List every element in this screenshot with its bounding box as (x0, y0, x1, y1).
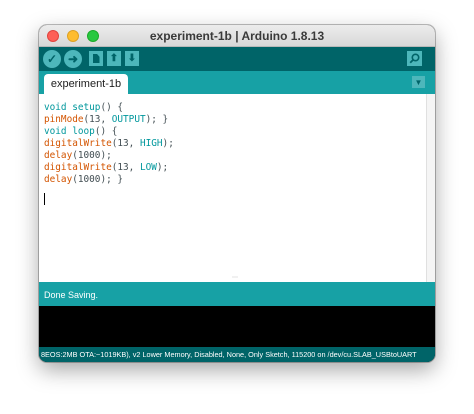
code-token: ); } (145, 114, 169, 125)
upload-button[interactable]: ➜ (64, 50, 82, 68)
code-line: digitalWrite(13, LOW); (44, 162, 174, 174)
tab-experiment-1b[interactable]: experiment-1b (44, 74, 128, 94)
code-token: (1000); (72, 150, 112, 161)
tab-menu-button[interactable]: ▼ (412, 76, 425, 88)
toolbar: ✓ ➜ ⬆ ⬇ (39, 47, 435, 71)
code-line: delay(1000); } (44, 174, 174, 186)
code-token: () { (100, 102, 124, 113)
code-token: digitalWrite (44, 138, 112, 149)
code-token: pinMode (44, 114, 84, 125)
code-token: LOW (139, 162, 157, 173)
code-token: (13, (83, 114, 112, 125)
save-sketch-button[interactable]: ⬇ (125, 51, 139, 66)
code-token: () { (94, 126, 118, 137)
arrow-down-icon: ⬇ (127, 52, 137, 64)
verify-button[interactable]: ✓ (43, 50, 61, 68)
magnifier-icon (409, 53, 420, 64)
code-line: void loop() { (44, 126, 174, 138)
new-sketch-button[interactable] (89, 51, 103, 66)
code-text[interactable]: void setup() {pinMode(13, OUTPUT); } void… (44, 102, 174, 186)
code-token: (13, (111, 162, 140, 173)
arduino-window: experiment-1b | Arduino 1.8.13 ✓ ➜ ⬆ ⬇ e… (39, 25, 435, 362)
code-token: digitalWrite (44, 162, 112, 173)
resize-grip-icon[interactable]: ⋯ (232, 275, 238, 281)
code-token: delay (44, 150, 73, 161)
code-line: digitalWrite(13, HIGH); (44, 138, 174, 150)
text-cursor (44, 193, 45, 205)
code-line: delay(1000); (44, 150, 174, 162)
status-bar: Done Saving. (39, 282, 435, 306)
triangle-down-icon: ▼ (414, 77, 423, 87)
board-info-bar: 8EOS:2MB OTA:~1019KB), v2 Lower Memory, … (39, 347, 435, 362)
code-line: void setup() { (44, 102, 174, 114)
serial-monitor-button[interactable] (407, 51, 422, 66)
tab-bar: experiment-1b ▼ (39, 71, 435, 94)
code-token: (1000); } (72, 174, 124, 185)
open-sketch-button[interactable]: ⬆ (107, 51, 121, 66)
code-token: HIGH (139, 138, 163, 149)
check-icon: ✓ (46, 52, 58, 66)
code-token: delay (44, 174, 73, 185)
board-info-text: 8EOS:2MB OTA:~1019KB), v2 Lower Memory, … (41, 350, 417, 359)
arrow-up-icon: ⬆ (109, 52, 119, 64)
console-output[interactable] (39, 306, 435, 347)
code-token: void (44, 102, 67, 113)
code-token: ); (162, 138, 174, 149)
new-file-icon (92, 54, 100, 63)
editor-scrollbar[interactable] (426, 94, 435, 282)
title-bar: experiment-1b | Arduino 1.8.13 (39, 25, 435, 47)
status-message: Done Saving. (44, 290, 99, 300)
code-line: pinMode(13, OUTPUT); } (44, 114, 174, 126)
code-token: loop (72, 126, 95, 137)
code-token: ); (156, 162, 169, 173)
code-token: void (44, 126, 67, 137)
code-token: (13, (111, 138, 140, 149)
arrow-right-icon: ➜ (67, 52, 79, 66)
code-editor[interactable]: void setup() {pinMode(13, OUTPUT); } void… (39, 94, 435, 282)
code-token: OUTPUT (111, 114, 146, 125)
code-token: setup (72, 102, 101, 113)
window-title: experiment-1b | Arduino 1.8.13 (149, 29, 325, 43)
